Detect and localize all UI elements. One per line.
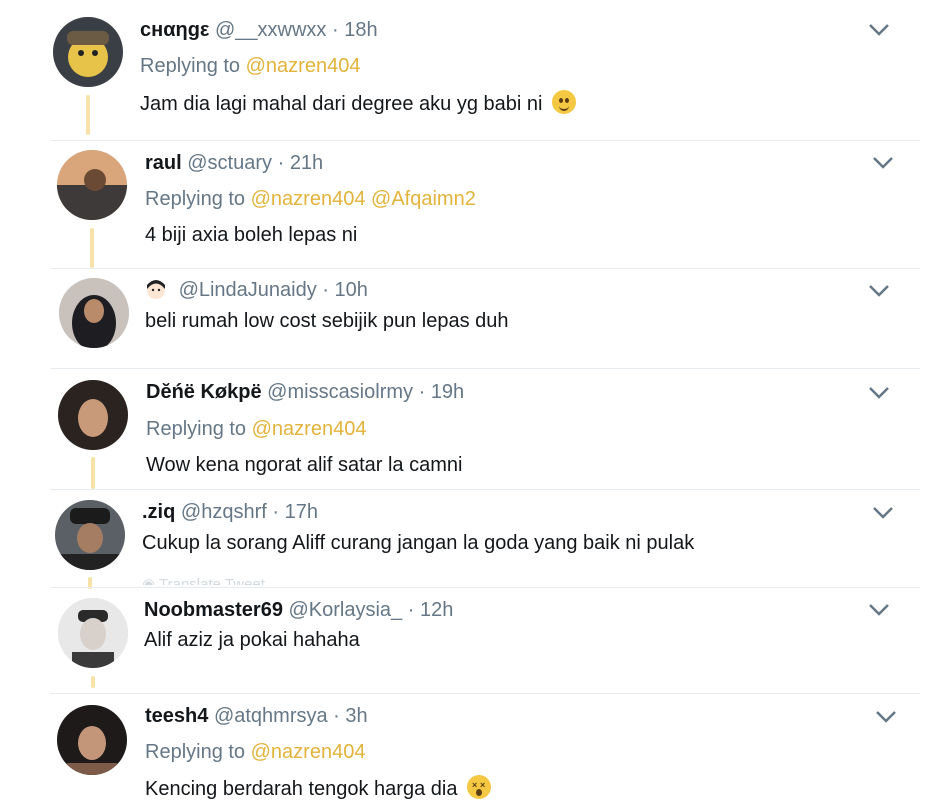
mention-link[interactable]: @nazren404 xyxy=(251,741,366,763)
avatar[interactable] xyxy=(57,150,127,220)
avatar[interactable] xyxy=(57,705,127,775)
replying-to-label: Replying to xyxy=(146,418,247,440)
separator-dot: · xyxy=(333,705,340,727)
user-name[interactable]: teesh4 xyxy=(145,705,208,727)
tweet-text: Alif aziz ja pokai hahaha xyxy=(144,629,360,651)
chevron-down-icon[interactable] xyxy=(868,603,890,617)
avatar[interactable] xyxy=(58,598,128,668)
separator-dot: · xyxy=(272,501,280,523)
user-name[interactable]: Noobmaster69 xyxy=(144,599,283,621)
chevron-down-icon[interactable] xyxy=(868,284,890,298)
girl-emoji-icon xyxy=(145,278,167,300)
translate-tweet-link[interactable]: Translate Tweet xyxy=(159,576,265,585)
mention-link[interactable]: @nazren404 xyxy=(246,55,361,77)
user-name[interactable]: .ziq xyxy=(142,501,175,523)
timestamp[interactable]: 3h xyxy=(345,705,367,727)
thread-line xyxy=(86,95,90,135)
user-handle[interactable]: @Korlaysia_ xyxy=(289,599,403,621)
user-name[interactable]: raul xyxy=(145,152,182,174)
user-handle[interactable]: @hzqshrf xyxy=(181,501,267,523)
chevron-down-icon[interactable] xyxy=(872,506,894,520)
timestamp[interactable]: 18h xyxy=(344,19,377,41)
separator-dot: · xyxy=(277,152,285,174)
tweet-text: Cukup la sorang Aliff curang jangan la g… xyxy=(142,532,695,554)
user-name[interactable]: Dĕńë Køkpë xyxy=(146,381,262,403)
divider xyxy=(50,693,920,694)
thread-line xyxy=(91,457,95,489)
avatar[interactable] xyxy=(59,278,129,348)
thread-line xyxy=(91,676,95,688)
replying-to-label: Replying to xyxy=(145,741,246,763)
chevron-down-icon[interactable] xyxy=(868,386,890,400)
separator-dot: · xyxy=(418,381,426,403)
user-handle[interactable]: @sctuary xyxy=(187,152,272,174)
replying-to-label: Replying to xyxy=(140,55,241,77)
separator-dot: · xyxy=(407,599,415,621)
separator-dot: · xyxy=(332,19,339,41)
user-handle[interactable]: @__xxwwxx xyxy=(215,19,326,41)
thread-line xyxy=(90,228,94,268)
divider xyxy=(50,140,920,141)
avatar[interactable] xyxy=(55,500,125,570)
user-handle[interactable]: @atqhmrsya xyxy=(214,705,328,727)
divider xyxy=(50,587,920,588)
divider xyxy=(50,489,920,490)
user-handle[interactable]: @LindaJunaidy xyxy=(179,279,317,301)
divider xyxy=(50,368,920,369)
timestamp[interactable]: 12h xyxy=(420,599,453,621)
avatar[interactable] xyxy=(53,17,123,87)
tweet-text: beli rumah low cost sebijik pun lepas du… xyxy=(145,310,509,332)
globe-icon: ◉ xyxy=(142,576,156,585)
separator-dot: · xyxy=(322,279,329,301)
mention-link[interactable]: @nazren404 xyxy=(251,188,366,210)
slightly-smiling-face-icon xyxy=(552,90,577,114)
mention-link[interactable]: @Afqaimn2 xyxy=(371,188,476,210)
replying-to-label: Replying to xyxy=(145,188,246,210)
mention-link[interactable]: @nazren404 xyxy=(252,418,367,440)
tweet-text: Jam dia lagi mahal dari degree aku yg ba… xyxy=(140,93,543,115)
tweet-text: Kencing berdarah tengok harga dia xyxy=(145,778,458,800)
chevron-down-icon[interactable] xyxy=(868,23,890,37)
avatar[interactable] xyxy=(58,380,128,450)
timestamp[interactable]: 21h xyxy=(290,152,323,174)
divider xyxy=(50,268,920,269)
chevron-down-icon[interactable] xyxy=(875,710,897,724)
timestamp[interactable]: 19h xyxy=(431,381,464,403)
chevron-down-icon[interactable] xyxy=(872,156,894,170)
user-name[interactable]: cнαηgε xyxy=(140,19,209,41)
timestamp[interactable]: 10h xyxy=(335,279,368,301)
timestamp[interactable]: 17h xyxy=(285,501,318,523)
tweet-text: Wow kena ngorat alif satar la camni xyxy=(146,454,463,476)
tweet-text: 4 biji axia boleh lepas ni xyxy=(145,224,358,246)
dizzy-face-icon: × × xyxy=(467,775,492,799)
user-handle[interactable]: @misscasiolrmy xyxy=(267,381,413,403)
